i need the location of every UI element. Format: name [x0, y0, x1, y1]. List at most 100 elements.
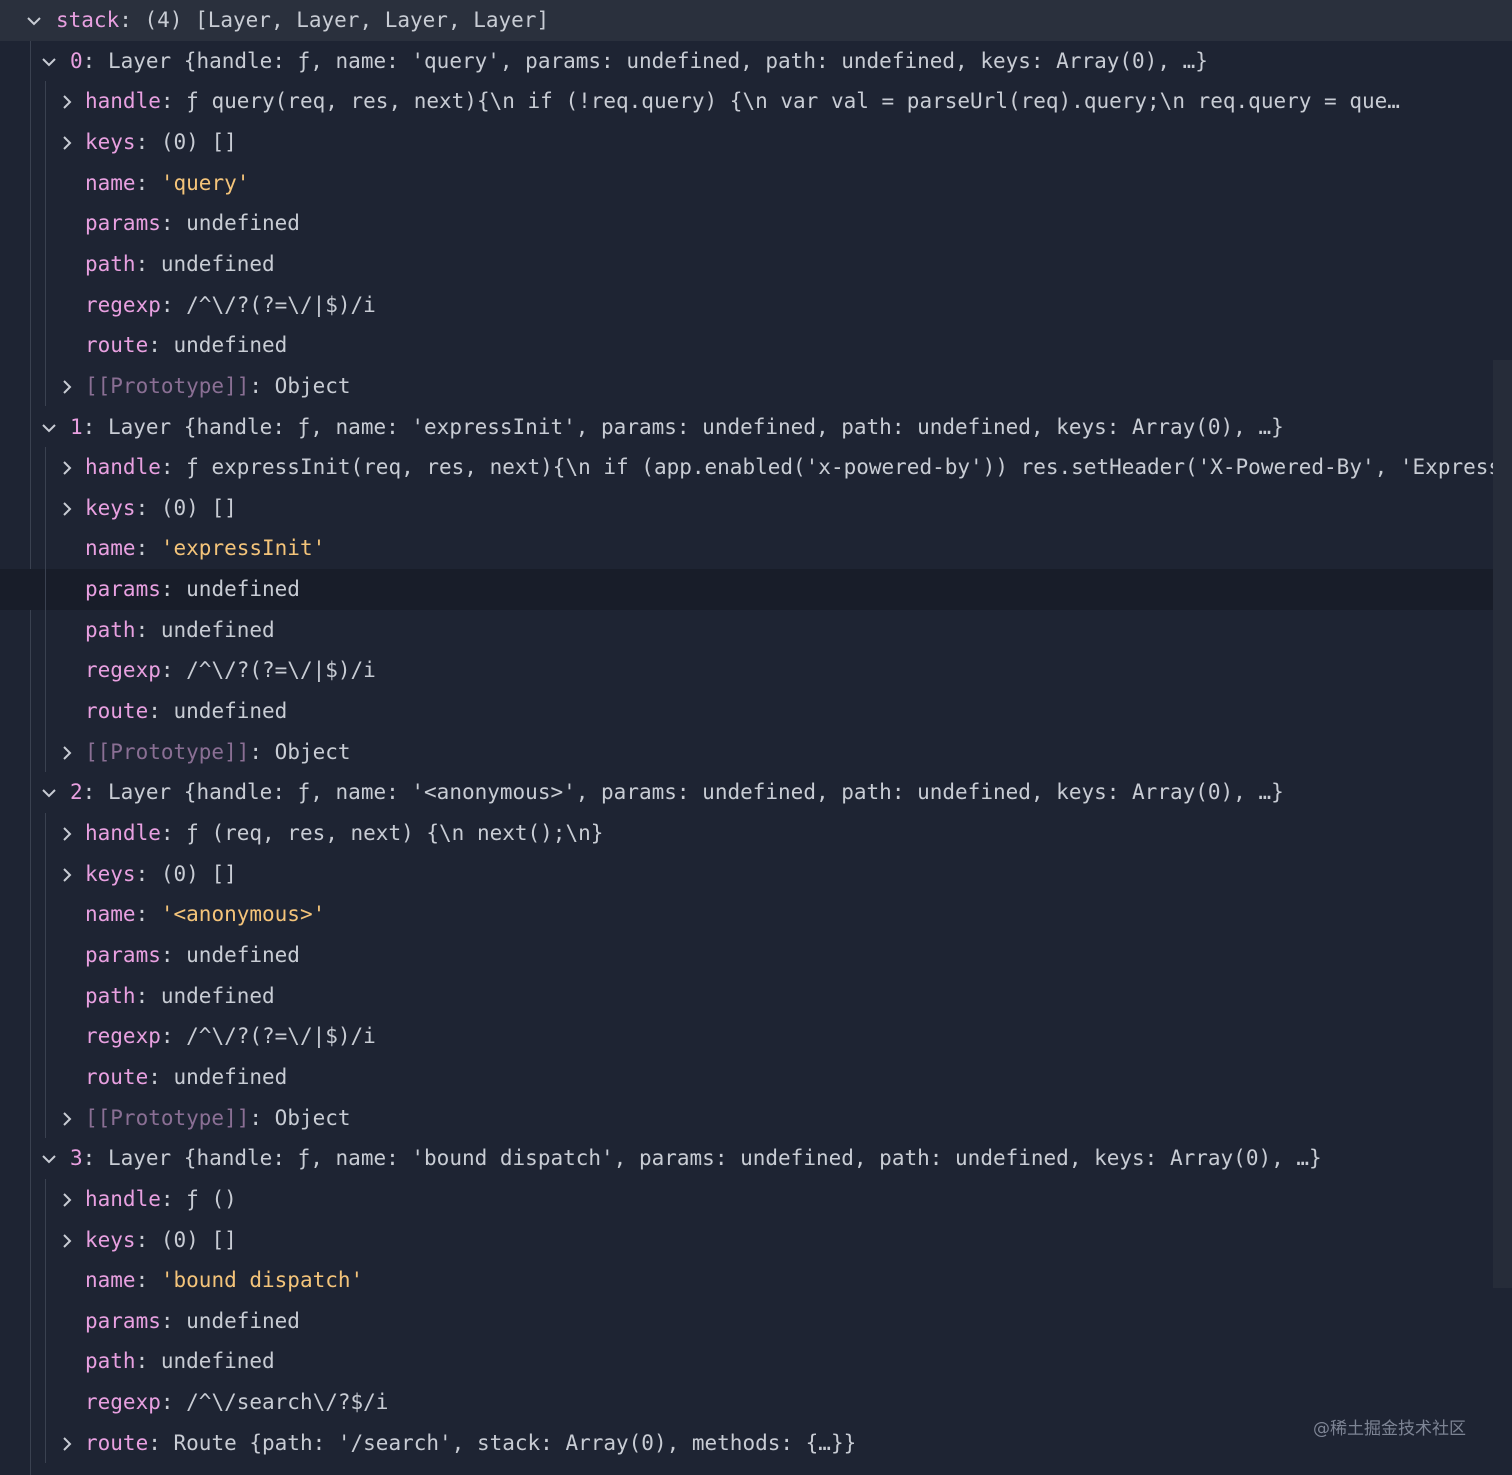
property-value: /^\/?(?=\/|$)/i: [186, 292, 376, 317]
layer-index: 3: [70, 1146, 83, 1171]
chevron-right-icon[interactable]: [59, 122, 73, 162]
property-row-route[interactable]: route: Route {path: '/search', stack: Ar…: [0, 1423, 1512, 1464]
property-value: undefined: [173, 333, 288, 358]
property-key: keys: [85, 129, 136, 154]
property-key: regexp: [85, 658, 161, 683]
property-key: [[Prototype]]: [85, 373, 250, 398]
property-value: Object: [274, 739, 351, 764]
chevron-down-icon[interactable]: [26, 0, 41, 40]
object-inspector-panel: stack: (4) [Layer, Layer, Layer, Layer] 0…: [0, 0, 1512, 1475]
property-key: route: [85, 1064, 149, 1089]
stack-summary: (4) [Layer, Layer, Layer, Layer]: [144, 8, 550, 32]
property-row-handle[interactable]: handle: ƒ query(req, res, next){\n if (!…: [0, 81, 1512, 122]
property-row-params: params: undefined: [0, 569, 1512, 610]
property-key: path: [85, 251, 136, 276]
property-key: [[Prototype]]: [85, 739, 250, 764]
chevron-right-icon[interactable]: [59, 813, 73, 853]
chevron-down-icon[interactable]: [41, 1138, 56, 1178]
property-row-keys[interactable]: keys: (0) []: [0, 1220, 1512, 1261]
property-value: 'query': [160, 170, 250, 195]
property-key: params: [85, 1308, 161, 1333]
property-value: (0) []: [160, 1227, 237, 1252]
property-row-params: params: undefined: [85, 211, 300, 236]
watermark: @稀土掘金技术社区: [1313, 1419, 1466, 1439]
property-value: Object: [274, 373, 351, 398]
property-row-name: name: 'query': [85, 170, 250, 195]
chevron-right-icon[interactable]: [59, 81, 73, 121]
property-value: undefined: [160, 983, 275, 1008]
property-row-regexp: regexp: /^\/?(?=\/|$)/i: [85, 1024, 376, 1049]
property-key: name: [85, 1268, 136, 1293]
tree-row-stack[interactable]: stack: (4) [Layer, Layer, Layer, Layer]: [0, 0, 1512, 41]
property-row-prototype[interactable]: [[Prototype]]: Object: [0, 366, 1512, 407]
property-key: keys: [85, 1227, 136, 1252]
property-key: regexp: [85, 292, 161, 317]
property-value: undefined: [173, 699, 288, 724]
chevron-down-icon[interactable]: [41, 772, 56, 812]
property-row-handle[interactable]: handle: ƒ expressInit(req, res, next){\n…: [0, 447, 1512, 488]
indent-guide: [45, 447, 46, 773]
chevron-right-icon[interactable]: [59, 1098, 73, 1138]
property-key: handle: [85, 821, 161, 845]
property-value: undefined: [173, 1064, 288, 1089]
property-row-path: path: undefined: [85, 1349, 275, 1374]
property-key: params: [85, 942, 161, 967]
property-value: 'expressInit': [160, 536, 326, 561]
chevron-right-icon[interactable]: [59, 1179, 73, 1219]
property-key: name: [85, 536, 136, 561]
property-row-name: name: 'bound dispatch': [85, 1268, 364, 1293]
property-value: ƒ expressInit(req, res, next){\n if (app…: [186, 455, 1512, 480]
chevron-right-icon[interactable]: [59, 447, 73, 487]
chevron-down-icon[interactable]: [41, 41, 56, 81]
property-row-keys[interactable]: keys: (0) []: [0, 854, 1512, 895]
property-row-params: params: undefined: [85, 1308, 300, 1333]
chevron-right-icon[interactable]: [59, 1423, 73, 1463]
tree-row-layer-1[interactable]: 1: Layer {handle: ƒ, name: 'expressInit'…: [0, 407, 1512, 448]
chevron-right-icon[interactable]: [59, 732, 73, 772]
chevron-right-icon[interactable]: [59, 1220, 73, 1260]
vertical-scrollbar[interactable]: [1493, 360, 1512, 1288]
property-value: /^\/?(?=\/|$)/i: [186, 1024, 376, 1049]
property-row-regexp: regexp: /^\/search\/?$/i: [85, 1390, 389, 1415]
property-key: handle: [85, 1186, 161, 1211]
property-value: undefined: [186, 211, 300, 236]
property-key: params: [85, 577, 161, 602]
layer-summary: Layer {handle: ƒ, name: 'expressInit', p…: [107, 414, 1284, 439]
chevron-right-icon[interactable]: [59, 854, 73, 894]
property-key: handle: [85, 89, 161, 114]
chevron-right-icon[interactable]: [59, 488, 73, 528]
property-row-prototype[interactable]: [[Prototype]]: Object: [0, 1098, 1512, 1139]
property-key: route: [85, 333, 149, 358]
property-row-route: route: undefined: [85, 333, 288, 358]
chevron-down-icon[interactable]: [41, 407, 56, 447]
property-value: ƒ query(req, res, next){\n if (!req.quer…: [186, 89, 1400, 114]
property-value: (0) []: [160, 495, 237, 520]
property-row-prototype[interactable]: [[Prototype]]: Object: [0, 732, 1512, 773]
property-value: /^\/search\/?$/i: [186, 1390, 389, 1415]
layer-summary: Layer {handle: ƒ, name: 'bound dispatch'…: [107, 1146, 1322, 1171]
property-value: Object: [274, 1105, 351, 1130]
property-key: regexp: [85, 1024, 161, 1049]
property-key: name: [85, 170, 136, 195]
property-row-route: route: undefined: [85, 1064, 288, 1089]
tree-row-layer-2[interactable]: 2: Layer {handle: ƒ, name: '<anonymous>'…: [0, 772, 1512, 813]
property-row-handle[interactable]: handle: ƒ (): [0, 1179, 1512, 1220]
property-key: path: [85, 617, 136, 642]
property-row-name: name: 'expressInit': [85, 536, 326, 561]
chevron-right-icon[interactable]: [59, 366, 73, 406]
property-row-keys[interactable]: keys: (0) []: [0, 122, 1512, 163]
property-value: undefined: [160, 251, 275, 276]
property-key: path: [85, 1349, 136, 1374]
property-row-keys[interactable]: keys: (0) []: [0, 488, 1512, 529]
property-value: undefined: [160, 617, 275, 642]
property-row-path: path: undefined: [85, 983, 275, 1008]
tree-row-layer-0[interactable]: 0: Layer {handle: ƒ, name: 'query', para…: [0, 41, 1512, 82]
property-row-params: params: undefined: [85, 942, 300, 967]
property-key: keys: [85, 861, 136, 886]
tree-row-layer-3[interactable]: 3: Layer {handle: ƒ, name: 'bound dispat…: [0, 1138, 1512, 1179]
layer-index: 2: [70, 780, 83, 805]
property-row-handle[interactable]: handle: ƒ (req, res, next) {\n next();\n…: [0, 813, 1512, 854]
property-key: [[Prototype]]: [85, 1105, 250, 1130]
layer-summary: Layer {handle: ƒ, name: 'query', params:…: [107, 48, 1208, 73]
indent-guide: [45, 1178, 46, 1464]
